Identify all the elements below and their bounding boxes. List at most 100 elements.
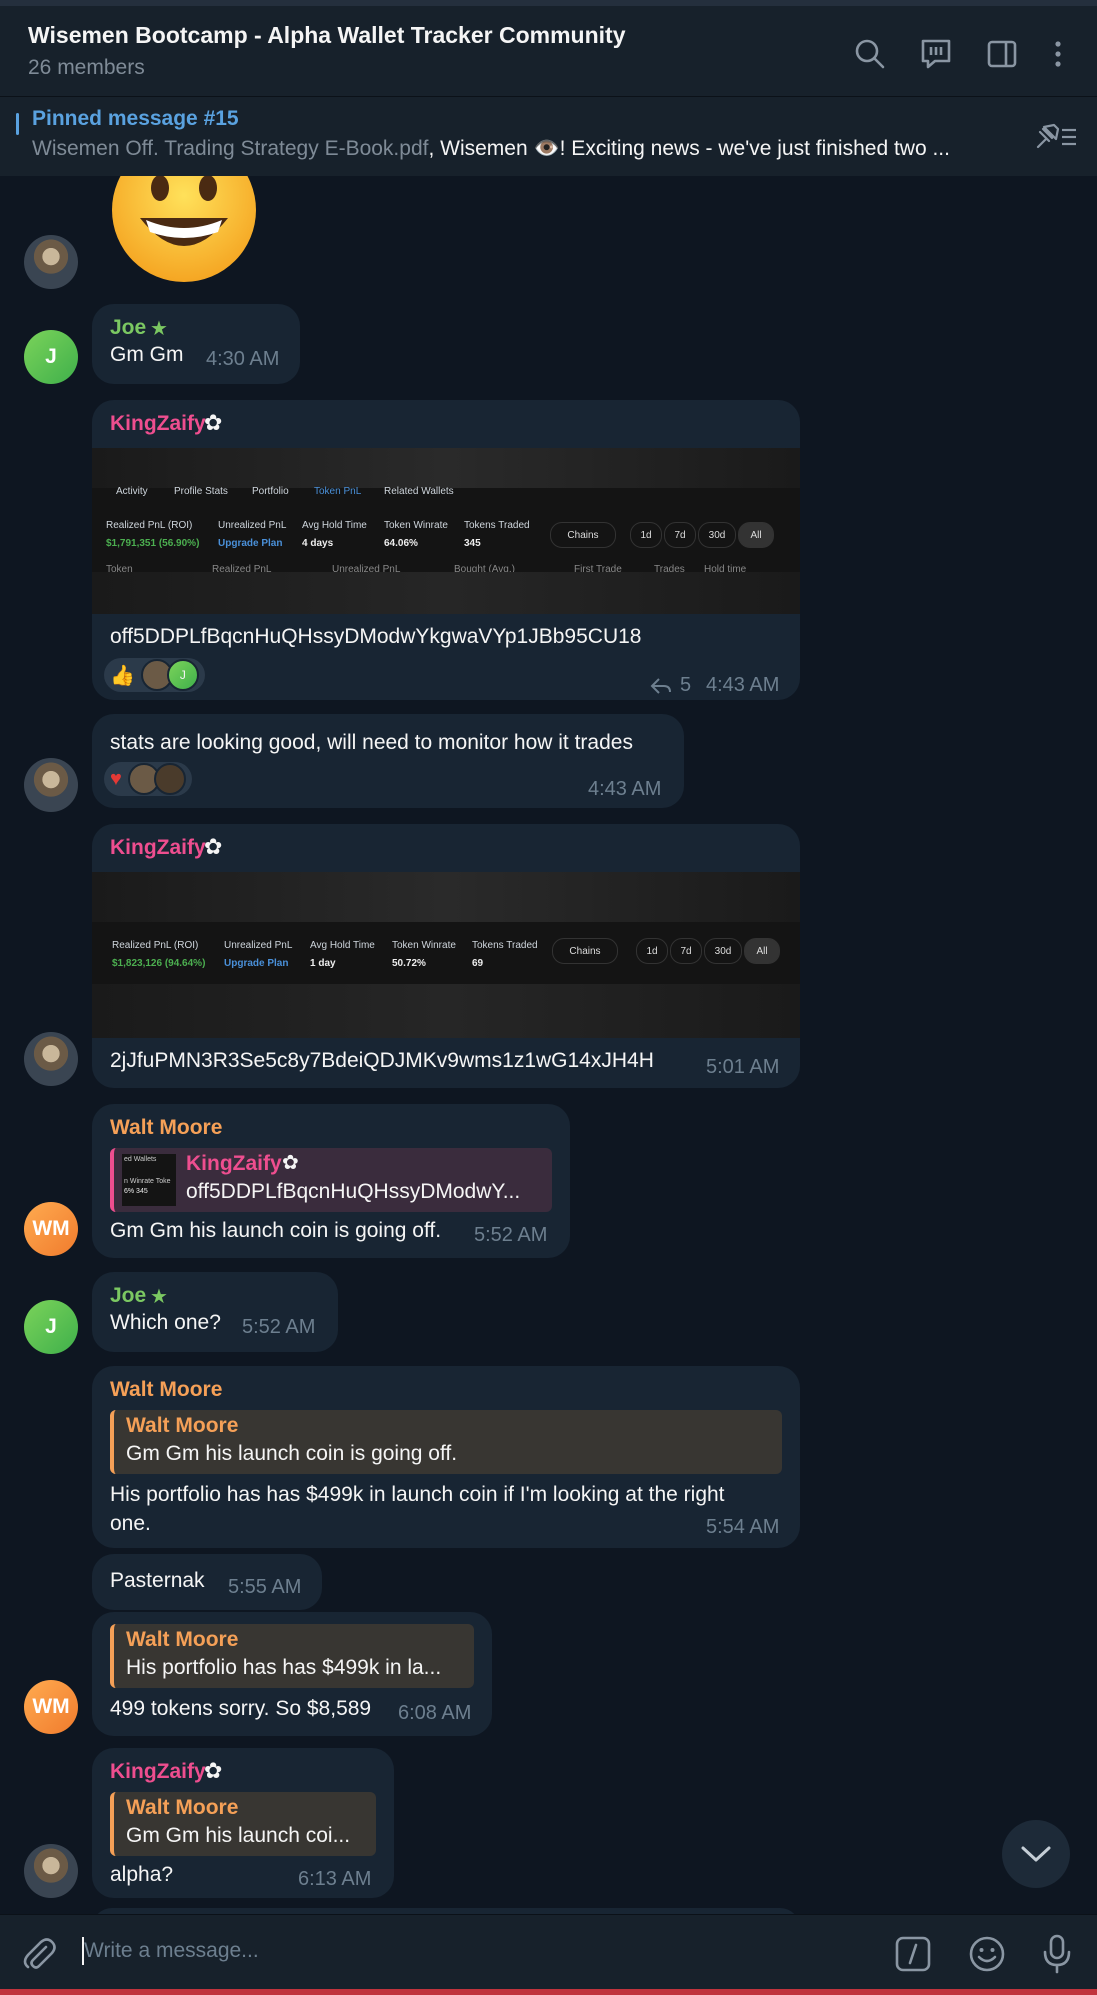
time-filter: All	[738, 522, 774, 548]
stat-value: 69	[472, 958, 484, 969]
stat-value: 64.06%	[384, 538, 418, 549]
reactions[interactable]: 👍 J	[104, 658, 205, 692]
star-icon: ★	[150, 1286, 168, 1308]
reply-preview[interactable]: Walt Moore His portfolio has has $499k i…	[110, 1624, 474, 1688]
sender-name[interactable]: KingZaify	[110, 1760, 206, 1784]
reply-text: His portfolio has has $499k in la...	[126, 1656, 442, 1679]
time-filter: 7d	[670, 938, 702, 964]
message-bubble[interactable]: KingZaify ✿ Activity Profile Stats Portf…	[92, 400, 800, 700]
microphone-icon[interactable]	[1038, 1933, 1076, 1975]
discussion-icon[interactable]	[918, 36, 954, 72]
avatar[interactable]	[24, 235, 78, 289]
flower-badge-icon: ✿	[204, 410, 223, 435]
sender-name[interactable]: KingZaify	[110, 836, 206, 860]
reply-preview[interactable]: ed Wallets n Winrate Toke 6% 345 KingZai…	[110, 1148, 552, 1212]
stat-label: Token Winrate	[384, 520, 448, 531]
pinned-list-icon[interactable]	[1034, 121, 1078, 151]
reply-text: off5DDPLfBqcnHuQHssyDModwY...	[186, 1180, 521, 1203]
message-bubble[interactable]: Joe ★ Which one? 5:52 AM	[92, 1272, 338, 1352]
member-count[interactable]: 26 members	[28, 56, 145, 80]
message-time: 5:52 AM	[474, 1224, 548, 1246]
screenshot-image[interactable]: Activity Profile Stats Portfolio Token P…	[92, 448, 800, 614]
more-options-icon[interactable]	[1040, 36, 1076, 72]
tab-label: Activity	[116, 486, 148, 497]
tab-label: Profile Stats	[174, 486, 228, 497]
stat-label: Avg Hold Time	[310, 940, 375, 951]
message-text: Which one?	[110, 1311, 221, 1334]
message-text: stats are looking good, will need to mon…	[110, 731, 633, 754]
scroll-to-bottom-button[interactable]	[1002, 1820, 1070, 1888]
avatar: J	[166, 659, 199, 691]
tab-label: Related Wallets	[384, 486, 454, 497]
message-text: alpha?	[110, 1863, 174, 1886]
avatar[interactable]	[24, 1844, 78, 1898]
stat-label: Token Winrate	[392, 940, 456, 951]
flower-badge-icon: ✿	[204, 834, 223, 859]
avatar[interactable]	[24, 1032, 78, 1086]
pinned-message-bar[interactable]: Pinned message #15 Wisemen Off. Trading …	[0, 96, 1097, 176]
message-text: Gm Gm his launch coin is going off.	[110, 1219, 442, 1242]
message-bubble[interactable]: Pasternak 5:55 AM	[92, 1554, 322, 1610]
avatar[interactable]	[24, 758, 78, 812]
time-filter: 30d	[704, 938, 742, 964]
screenshot-image[interactable]: Realized PnL (ROI) $1,823,126 (94.64%) U…	[92, 872, 800, 1038]
sender-name[interactable]: Joe	[110, 1284, 146, 1308]
reply-sender: Walt Moore	[126, 1414, 239, 1437]
sender-name[interactable]: Joe	[110, 316, 146, 340]
stat-value: 50.72%	[392, 958, 426, 969]
chat-title[interactable]: Wisemen Bootcamp - Alpha Wallet Tracker …	[28, 22, 625, 49]
avatar[interactable]: WM	[24, 1680, 78, 1734]
sender-name[interactable]: Walt Moore	[110, 1116, 222, 1140]
sidebar-toggle-icon[interactable]	[984, 36, 1020, 72]
stat-label: Tokens Traded	[464, 520, 530, 531]
thumbs-up-icon: 👍	[110, 664, 135, 687]
message-bubble[interactable]: Walt Moore His portfolio has has $499k i…	[92, 1612, 492, 1736]
reply-sender: Walt Moore	[126, 1628, 239, 1651]
sender-name[interactable]: Walt Moore	[110, 1378, 222, 1402]
bot-commands-icon[interactable]	[894, 1935, 932, 1973]
message-time: 4:43 AM	[588, 778, 662, 800]
blurred-area	[92, 572, 800, 614]
message-bubble[interactable]: KingZaify ✿ Realized PnL (ROI) $1,823,12…	[92, 824, 800, 1088]
message-bubble[interactable]: Walt Moore ed Wallets n Winrate Toke 6% …	[92, 1104, 570, 1258]
chat-header: Wisemen Bootcamp - Alpha Wallet Tracker …	[0, 0, 1097, 96]
time-filter: All	[744, 938, 780, 964]
blurred-area	[92, 872, 800, 922]
stat-label: Tokens Traded	[472, 940, 538, 951]
message-time: 5:52 AM	[242, 1316, 316, 1338]
message-bubble[interactable]: Walt Moore Walt Moore Gm Gm his launch c…	[92, 1366, 800, 1548]
avatar[interactable]: J	[24, 1300, 78, 1354]
reply-preview[interactable]: Walt Moore Gm Gm his launch coi...	[110, 1792, 376, 1856]
emoji-icon[interactable]	[968, 1935, 1006, 1973]
flower-badge-icon: ✿	[282, 1152, 299, 1174]
message-caption: 2jJfuPMN3R3Se5c8y7BdeiQDJMKv9wms1z1wG14x…	[110, 1049, 654, 1072]
time-filter: 7d	[664, 522, 696, 548]
sender-name[interactable]: KingZaify	[110, 412, 206, 436]
search-icon[interactable]	[852, 36, 888, 72]
message-input[interactable]: Write a message...	[84, 1939, 259, 1963]
tab-label: Portfolio	[252, 486, 289, 497]
thumbnail-text: 6% 345	[124, 1188, 148, 1195]
message-text: Pasternak	[110, 1569, 205, 1592]
thumbnail-text: ed Wallets	[124, 1156, 157, 1163]
reactions[interactable]: ♥	[104, 762, 192, 796]
reply-preview[interactable]: Walt Moore Gm Gm his launch coin is goin…	[110, 1410, 782, 1474]
message-time: 5:54 AM	[706, 1516, 780, 1538]
stat-label: Realized PnL (ROI)	[106, 520, 193, 531]
message-composer: Write a message...	[0, 1914, 1097, 1995]
message-bubble[interactable]: stats are looking good, will need to mon…	[92, 714, 684, 808]
avatar[interactable]: WM	[24, 1202, 78, 1256]
pinned-preview: Wisemen Off. Trading Strategy E-Book.pdf…	[32, 137, 1002, 161]
message-time: 4:30 AM	[206, 348, 280, 370]
attach-icon[interactable]	[20, 1935, 58, 1973]
reply-thumbnail: ed Wallets n Winrate Toke 6% 345	[122, 1154, 176, 1206]
message-text: Gm Gm	[110, 343, 184, 366]
star-icon: ★	[150, 318, 168, 340]
message-bubble[interactable]: Joe ★ Gm Gm 4:30 AM	[92, 304, 300, 384]
smiley-sticker-icon[interactable]	[110, 176, 258, 284]
message-time: 5:55 AM	[228, 1576, 302, 1598]
chains-filter: Chains	[552, 938, 618, 964]
message-list[interactable]: J Joe ★ Gm Gm 4:30 AM KingZaify ✿ Activi…	[0, 176, 1097, 1914]
avatar[interactable]: J	[24, 330, 78, 384]
message-bubble[interactable]: KingZaify ✿ Walt Moore Gm Gm his launch …	[92, 1748, 394, 1898]
